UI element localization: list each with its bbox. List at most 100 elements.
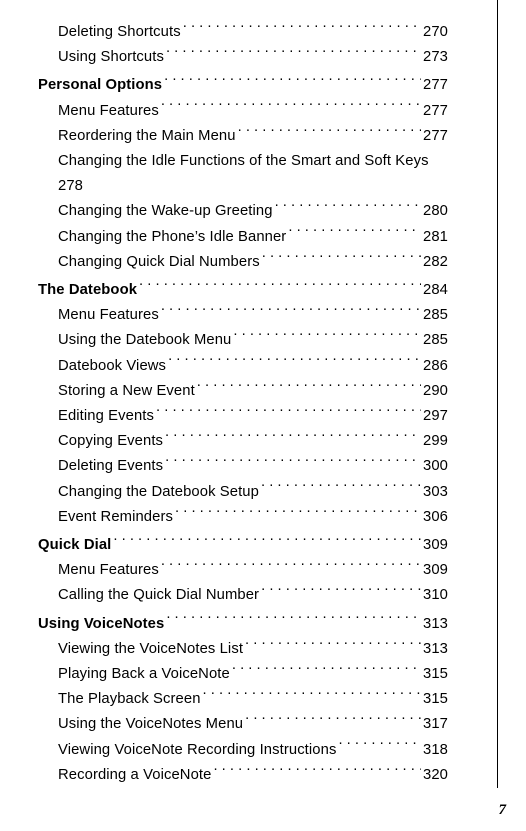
toc-page: 285 [423, 328, 448, 353]
leader-dots [245, 638, 421, 653]
toc-entry: Editing Events 297 [58, 404, 448, 429]
leader-dots [238, 125, 421, 140]
leader-dots [139, 279, 421, 294]
toc-label: Playing Back a VoiceNote [58, 662, 230, 687]
leader-dots [175, 506, 421, 521]
leader-dots [161, 304, 421, 319]
toc-page: 320 [423, 763, 448, 788]
toc-page: 285 [423, 303, 448, 328]
toc-page: 286 [423, 354, 448, 379]
leader-dots [261, 585, 421, 600]
toc-label: Changing the Wake-up Greeting [58, 199, 273, 224]
toc-page: 306 [423, 505, 448, 530]
toc-page: 317 [423, 712, 448, 737]
toc-entry: Changing Quick Dial Numbers 282 [58, 250, 448, 275]
toc-page: 300 [423, 454, 448, 479]
toc-page: 318 [423, 738, 448, 763]
toc-entry: Viewing the VoiceNotes List 313 [58, 637, 448, 662]
toc-entry: Menu Features 277 [58, 99, 448, 124]
toc-page: 303 [423, 480, 448, 505]
toc-label: Changing the Idle Functions of the Smart… [58, 149, 448, 174]
toc-page: 290 [423, 379, 448, 404]
toc-entry: Changing the Idle Functions of the Smart… [38, 149, 448, 199]
toc-label: Storing a New Event [58, 379, 195, 404]
toc-label: Changing the Datebook Setup [58, 480, 259, 505]
leader-dots [213, 764, 421, 779]
leader-dots [166, 613, 421, 628]
toc-entry: Datebook Views 286 [58, 354, 448, 379]
toc-entry: Quick Dial 309 [38, 533, 448, 558]
toc-page: 309 [423, 558, 448, 583]
toc-label: Using the Datebook Menu [58, 328, 231, 353]
toc-entry: Playing Back a VoiceNote 315 [58, 662, 448, 687]
toc-page: 278 [58, 174, 448, 199]
toc-label: Viewing VoiceNote Recording Instructions [58, 738, 336, 763]
toc-entry: Changing the Phone’s Idle Banner 281 [58, 225, 448, 250]
leader-dots [338, 739, 421, 754]
toc-page: 277 [423, 124, 448, 149]
toc-page: 281 [423, 225, 448, 250]
toc-label: Event Reminders [58, 505, 173, 530]
page: Deleting Shortcuts 270Using Shortcuts 27… [0, 0, 526, 831]
toc-page: 297 [423, 404, 448, 429]
toc-label: Menu Features [58, 99, 159, 124]
toc-page: 284 [423, 278, 448, 303]
leader-dots [197, 380, 421, 395]
leader-dots [161, 100, 421, 115]
toc-page: 280 [423, 199, 448, 224]
leader-dots [161, 559, 421, 574]
toc-entry: Changing the Datebook Setup 303 [58, 480, 448, 505]
toc-entry: Personal Options 277 [38, 73, 448, 98]
toc-entry: Viewing VoiceNote Recording Instructions… [58, 738, 448, 763]
leader-dots [164, 75, 421, 90]
toc-entry: Using the VoiceNotes Menu 317 [58, 712, 448, 737]
toc-entry: Using the Datebook Menu 285 [58, 328, 448, 353]
toc-entry: The Datebook 284 [38, 278, 448, 303]
toc-entry: Changing the Wake-up Greeting 280 [58, 199, 448, 224]
toc-entry: Copying Events 299 [58, 429, 448, 454]
leader-dots [288, 226, 421, 241]
vertical-rule [497, 0, 498, 788]
toc-label: Quick Dial [38, 533, 111, 558]
toc-page: 309 [423, 533, 448, 558]
toc-entry: Using Shortcuts 273 [58, 45, 448, 70]
toc-label: Reordering the Main Menu [58, 124, 236, 149]
toc-entry: The Playback Screen 315 [58, 687, 448, 712]
toc-label: The Playback Screen [58, 687, 201, 712]
leader-dots [203, 688, 421, 703]
leader-dots [275, 201, 421, 216]
toc-label: Menu Features [58, 558, 159, 583]
toc-entry: Event Reminders 306 [58, 505, 448, 530]
toc-label: Changing the Phone’s Idle Banner [58, 225, 286, 250]
toc-label: Deleting Events [58, 454, 163, 479]
toc-label: Copying Events [58, 429, 163, 454]
toc-entry: Reordering the Main Menu 277 [58, 124, 448, 149]
toc-page: 277 [423, 73, 448, 98]
toc-entry: Menu Features 309 [58, 558, 448, 583]
toc-page: 313 [423, 637, 448, 662]
leader-dots [262, 251, 421, 266]
toc-label: Personal Options [38, 73, 162, 98]
leader-dots [245, 714, 421, 729]
toc-label: Calling the Quick Dial Number [58, 583, 259, 608]
toc-label: Menu Features [58, 303, 159, 328]
leader-dots [113, 534, 421, 549]
toc-entry: Recording a VoiceNote 320 [58, 763, 448, 788]
toc-label: Recording a VoiceNote [58, 763, 211, 788]
leader-dots [156, 405, 421, 420]
page-number: 7 [499, 802, 507, 819]
toc-page: 277 [423, 99, 448, 124]
leader-dots [232, 663, 421, 678]
toc-entry: Using VoiceNotes 313 [38, 612, 448, 637]
toc-entry: Calling the Quick Dial Number 310 [58, 583, 448, 608]
toc-page: 313 [423, 612, 448, 637]
toc-entry: Storing a New Event 290 [58, 379, 448, 404]
leader-dots [166, 46, 421, 61]
toc-label: Using Shortcuts [58, 45, 164, 70]
toc-label: Changing Quick Dial Numbers [58, 250, 260, 275]
toc-label: The Datebook [38, 278, 137, 303]
toc-page: 282 [423, 250, 448, 275]
toc-page: 270 [423, 20, 448, 45]
leader-dots [165, 456, 421, 471]
toc-label: Viewing the VoiceNotes List [58, 637, 243, 662]
